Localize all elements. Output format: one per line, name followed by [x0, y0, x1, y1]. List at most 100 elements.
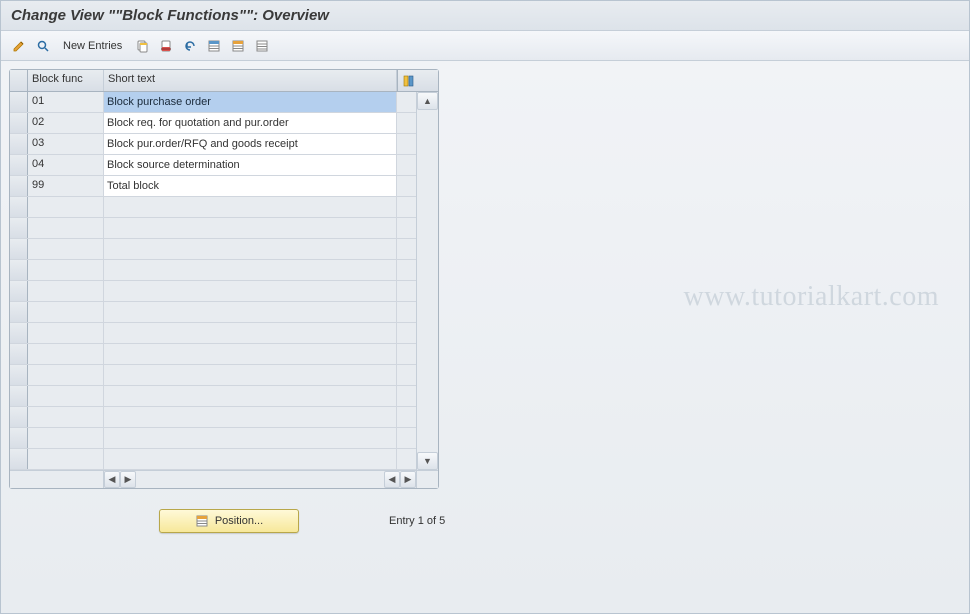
toggle-change-icon[interactable] — [9, 36, 29, 56]
column-header-short-text[interactable]: Short text — [104, 70, 397, 91]
row-selector[interactable] — [10, 344, 28, 364]
select-block-icon[interactable] — [228, 36, 248, 56]
block-func-cell[interactable] — [28, 281, 104, 301]
scroll-right2-button[interactable]: ▶ — [400, 471, 416, 488]
short-text-cell[interactable] — [104, 113, 397, 133]
row-selector[interactable] — [10, 218, 28, 238]
short-text-cell[interactable] — [104, 155, 397, 175]
block-func-cell[interactable] — [28, 323, 104, 343]
short-text-input[interactable] — [104, 92, 396, 112]
row-selector[interactable] — [10, 365, 28, 385]
short-text-input[interactable] — [104, 113, 396, 133]
copy-as-icon[interactable] — [132, 36, 152, 56]
short-text-input[interactable] — [104, 197, 396, 217]
block-func-input[interactable] — [30, 263, 101, 275]
short-text-cell[interactable] — [104, 281, 397, 301]
undo-icon[interactable] — [180, 36, 200, 56]
short-text-cell[interactable] — [104, 344, 397, 364]
short-text-input[interactable] — [104, 176, 396, 196]
short-text-cell[interactable] — [104, 365, 397, 385]
row-selector[interactable] — [10, 134, 28, 154]
short-text-cell[interactable] — [104, 323, 397, 343]
row-selector[interactable] — [10, 386, 28, 406]
block-func-cell[interactable] — [28, 113, 104, 133]
position-button[interactable]: Position... — [159, 509, 299, 533]
block-func-cell[interactable] — [28, 239, 104, 259]
horizontal-scrollbar[interactable]: ◀ ▶ ◀ ▶ — [10, 470, 438, 488]
row-selector[interactable] — [10, 92, 28, 112]
block-func-cell[interactable] — [28, 344, 104, 364]
row-selector[interactable] — [10, 113, 28, 133]
new-entries-button[interactable]: New Entries — [57, 36, 128, 56]
short-text-cell[interactable] — [104, 386, 397, 406]
block-func-input[interactable] — [30, 452, 101, 464]
block-func-input[interactable] — [30, 347, 101, 359]
short-text-input[interactable] — [104, 323, 396, 343]
block-func-cell[interactable] — [28, 407, 104, 427]
find-icon[interactable] — [33, 36, 53, 56]
block-func-input[interactable] — [30, 284, 101, 296]
row-selector[interactable] — [10, 281, 28, 301]
short-text-input[interactable] — [104, 449, 396, 469]
scroll-left-button[interactable]: ◀ — [104, 471, 120, 488]
short-text-input[interactable] — [104, 365, 396, 385]
row-selector[interactable] — [10, 428, 28, 448]
row-selector[interactable] — [10, 407, 28, 427]
block-func-cell[interactable] — [28, 302, 104, 322]
row-selector[interactable] — [10, 155, 28, 175]
short-text-cell[interactable] — [104, 428, 397, 448]
short-text-input[interactable] — [104, 260, 396, 280]
scroll-down-button[interactable]: ▼ — [417, 452, 438, 470]
row-selector[interactable] — [10, 197, 28, 217]
short-text-cell[interactable] — [104, 218, 397, 238]
block-func-cell[interactable] — [28, 155, 104, 175]
block-func-input[interactable] — [30, 326, 101, 338]
short-text-input[interactable] — [104, 302, 396, 322]
vertical-scrollbar[interactable]: ▲ ▼ — [416, 92, 438, 470]
short-text-input[interactable] — [104, 134, 396, 154]
block-func-input[interactable] — [30, 137, 101, 149]
delete-icon[interactable] — [156, 36, 176, 56]
block-func-cell[interactable] — [28, 134, 104, 154]
column-header-block-func[interactable]: Block func — [28, 70, 104, 91]
scroll-up-button[interactable]: ▲ — [417, 92, 438, 110]
block-func-input[interactable] — [30, 200, 101, 212]
block-func-input[interactable] — [30, 95, 101, 107]
block-func-input[interactable] — [30, 389, 101, 401]
scroll-left2-button[interactable]: ▶ — [120, 471, 136, 488]
block-func-input[interactable] — [30, 221, 101, 233]
block-func-cell[interactable] — [28, 92, 104, 112]
scroll-right-button[interactable]: ◀ — [384, 471, 400, 488]
block-func-cell[interactable] — [28, 449, 104, 469]
short-text-cell[interactable] — [104, 176, 397, 196]
table-settings-icon[interactable] — [397, 70, 419, 91]
row-selector[interactable] — [10, 302, 28, 322]
block-func-input[interactable] — [30, 431, 101, 443]
short-text-cell[interactable] — [104, 197, 397, 217]
row-selector[interactable] — [10, 176, 28, 196]
short-text-input[interactable] — [104, 218, 396, 238]
short-text-cell[interactable] — [104, 449, 397, 469]
row-selector[interactable] — [10, 323, 28, 343]
short-text-input[interactable] — [104, 428, 396, 448]
short-text-cell[interactable] — [104, 239, 397, 259]
select-all-icon[interactable] — [204, 36, 224, 56]
block-func-input[interactable] — [30, 242, 101, 254]
short-text-cell[interactable] — [104, 134, 397, 154]
short-text-cell[interactable] — [104, 92, 397, 112]
short-text-input[interactable] — [104, 407, 396, 427]
short-text-input[interactable] — [104, 281, 396, 301]
short-text-input[interactable] — [104, 344, 396, 364]
block-func-cell[interactable] — [28, 197, 104, 217]
block-func-input[interactable] — [30, 158, 101, 170]
block-func-cell[interactable] — [28, 176, 104, 196]
deselect-all-icon[interactable] — [252, 36, 272, 56]
block-func-cell[interactable] — [28, 386, 104, 406]
block-func-input[interactable] — [30, 410, 101, 422]
short-text-cell[interactable] — [104, 407, 397, 427]
block-func-cell[interactable] — [28, 428, 104, 448]
block-func-input[interactable] — [30, 179, 101, 191]
row-selector[interactable] — [10, 449, 28, 469]
short-text-cell[interactable] — [104, 302, 397, 322]
block-func-cell[interactable] — [28, 260, 104, 280]
